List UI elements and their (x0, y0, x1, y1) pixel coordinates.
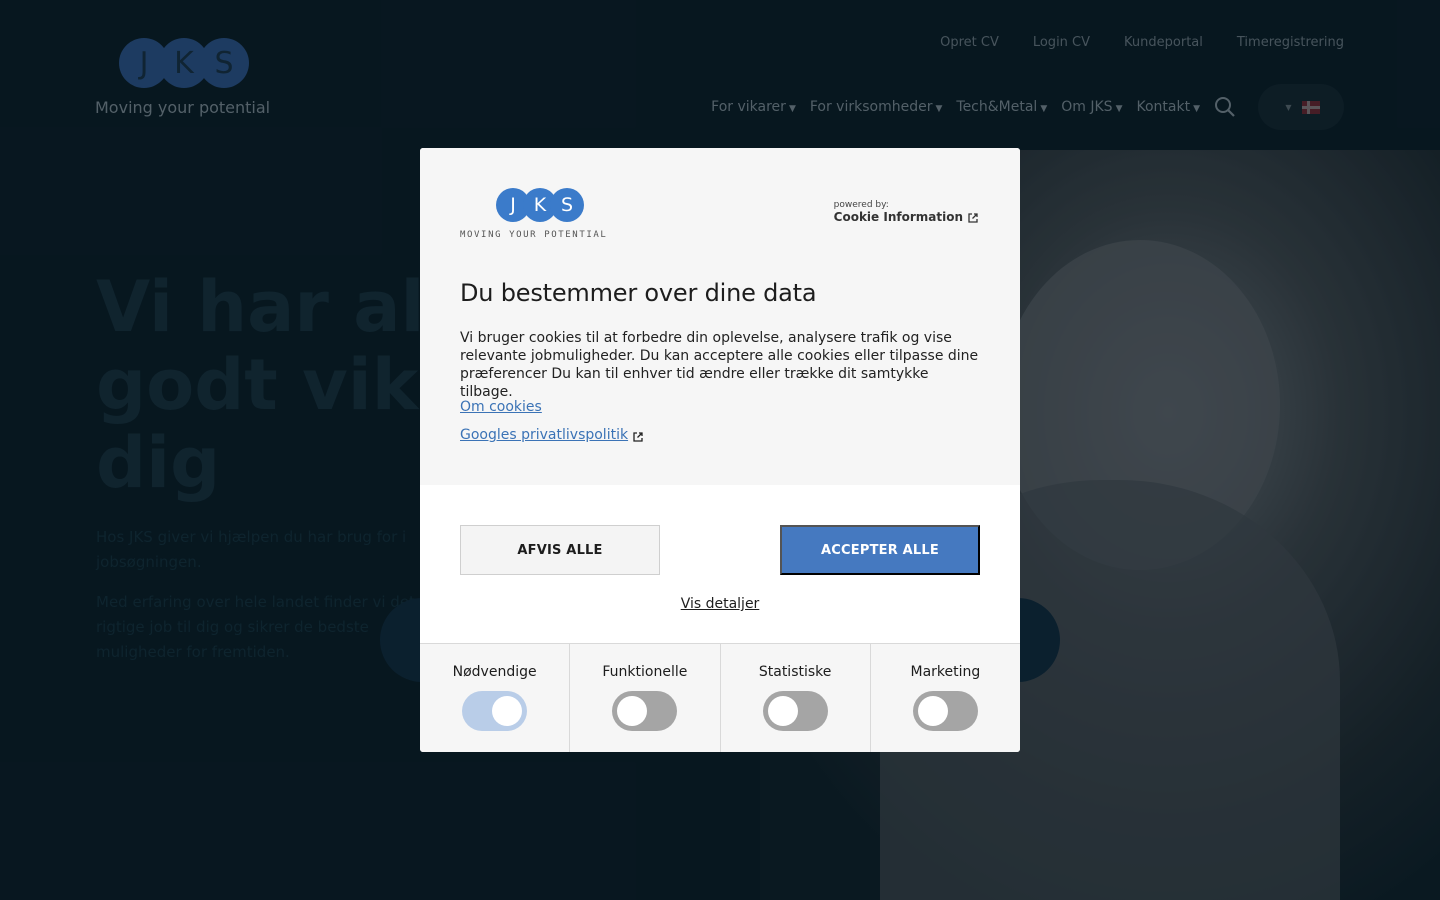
category-label: Statistiske (758, 664, 832, 680)
external-link-icon (633, 430, 643, 442)
google-privacy-link[interactable]: Googles privatlivspolitik (460, 427, 643, 443)
dialog-body-text: Vi bruger cookies til at forbedre din op… (460, 330, 979, 400)
marketing-toggle[interactable] (912, 691, 978, 731)
external-link-icon (968, 212, 978, 223)
dialog-heading: Du bestemmer over dine data (460, 279, 817, 307)
powered-by-name: Cookie Information (833, 210, 963, 224)
logo-circle: S (550, 188, 584, 222)
category-marketing: Marketing (869, 644, 1020, 752)
show-details-link[interactable]: Vis detaljer (420, 596, 1020, 612)
necessary-toggle (462, 691, 528, 731)
logo-tagline: MOVING YOUR POTENTIAL (460, 230, 608, 240)
category-label: Funktionelle (602, 664, 688, 680)
dialog-actions: AFVIS ALLE ACCEPTER ALLE Vis detaljer (420, 485, 1020, 643)
dialog-logo: J K S MOVING YOUR POTENTIAL (460, 188, 622, 240)
functional-toggle[interactable] (612, 691, 678, 731)
category-functional: Funktionelle (569, 644, 719, 752)
about-cookies-link[interactable]: Om cookies (460, 399, 542, 415)
dialog-header: J K S MOVING YOUR POTENTIAL powered by: … (420, 148, 1020, 485)
category-label: Nødvendige (452, 664, 537, 680)
reject-all-button[interactable]: AFVIS ALLE (460, 525, 660, 575)
consent-categories: Nødvendige Funktionelle Statistiske Mark… (420, 643, 1020, 752)
cookie-consent-dialog: J K S MOVING YOUR POTENTIAL powered by: … (420, 148, 1020, 752)
powered-by-label: powered by: (833, 200, 889, 210)
category-necessary: Nødvendige (420, 644, 569, 752)
statistics-toggle[interactable] (762, 691, 828, 731)
category-statistics: Statistiske (719, 644, 870, 752)
category-label: Marketing (910, 664, 981, 680)
accept-all-button[interactable]: ACCEPTER ALLE (780, 525, 980, 575)
powered-by[interactable]: powered by: Cookie Information (834, 200, 978, 224)
